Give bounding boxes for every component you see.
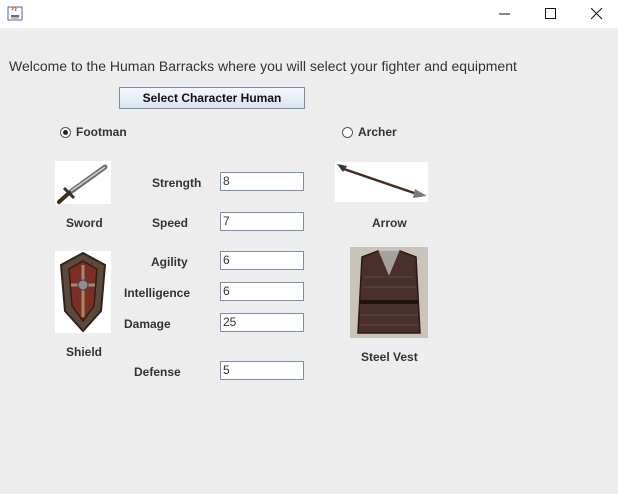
sword-label: Sword [66, 216, 103, 230]
select-character-button[interactable]: Select Character Human [119, 87, 305, 109]
agility-label: Agility [151, 255, 188, 269]
welcome-text: Welcome to the Human Barracks where you … [9, 58, 517, 74]
intelligence-label: Intelligence [124, 286, 191, 300]
close-button[interactable] [574, 0, 618, 28]
minimize-icon [499, 13, 510, 15]
arrow-label: Arrow [372, 216, 407, 230]
radio-selected-icon[interactable] [60, 126, 71, 138]
minimize-button[interactable] [482, 0, 528, 28]
intelligence-field[interactable]: 6 [220, 282, 304, 301]
footman-radio-label: Footman [76, 125, 127, 139]
damage-label: Damage [124, 317, 171, 331]
damage-field[interactable]: 25 [220, 313, 304, 332]
agility-field[interactable]: 6 [220, 251, 304, 270]
maximize-button[interactable] [528, 0, 574, 28]
title-bar [0, 0, 618, 28]
steel-vest-image [350, 247, 428, 338]
strength-field[interactable]: 8 [220, 172, 304, 191]
defense-label: Defense [134, 365, 181, 379]
archer-radio-label: Archer [358, 125, 397, 139]
close-icon [591, 8, 603, 20]
archer-radio[interactable]: Archer [342, 125, 397, 139]
arrow-image [335, 162, 428, 202]
radio-unselected-icon[interactable] [342, 126, 353, 138]
maximize-icon [545, 8, 556, 19]
steel-vest-label: Steel Vest [361, 350, 418, 364]
java-icon[interactable] [7, 5, 23, 21]
shield-image [55, 251, 111, 333]
shield-label: Shield [66, 345, 103, 359]
speed-label: Speed [152, 216, 189, 230]
strength-label: Strength [152, 176, 202, 190]
speed-field[interactable]: 7 [220, 212, 304, 231]
footman-radio[interactable]: Footman [60, 125, 127, 139]
defense-field[interactable]: 5 [220, 361, 304, 380]
sword-image [55, 161, 111, 204]
